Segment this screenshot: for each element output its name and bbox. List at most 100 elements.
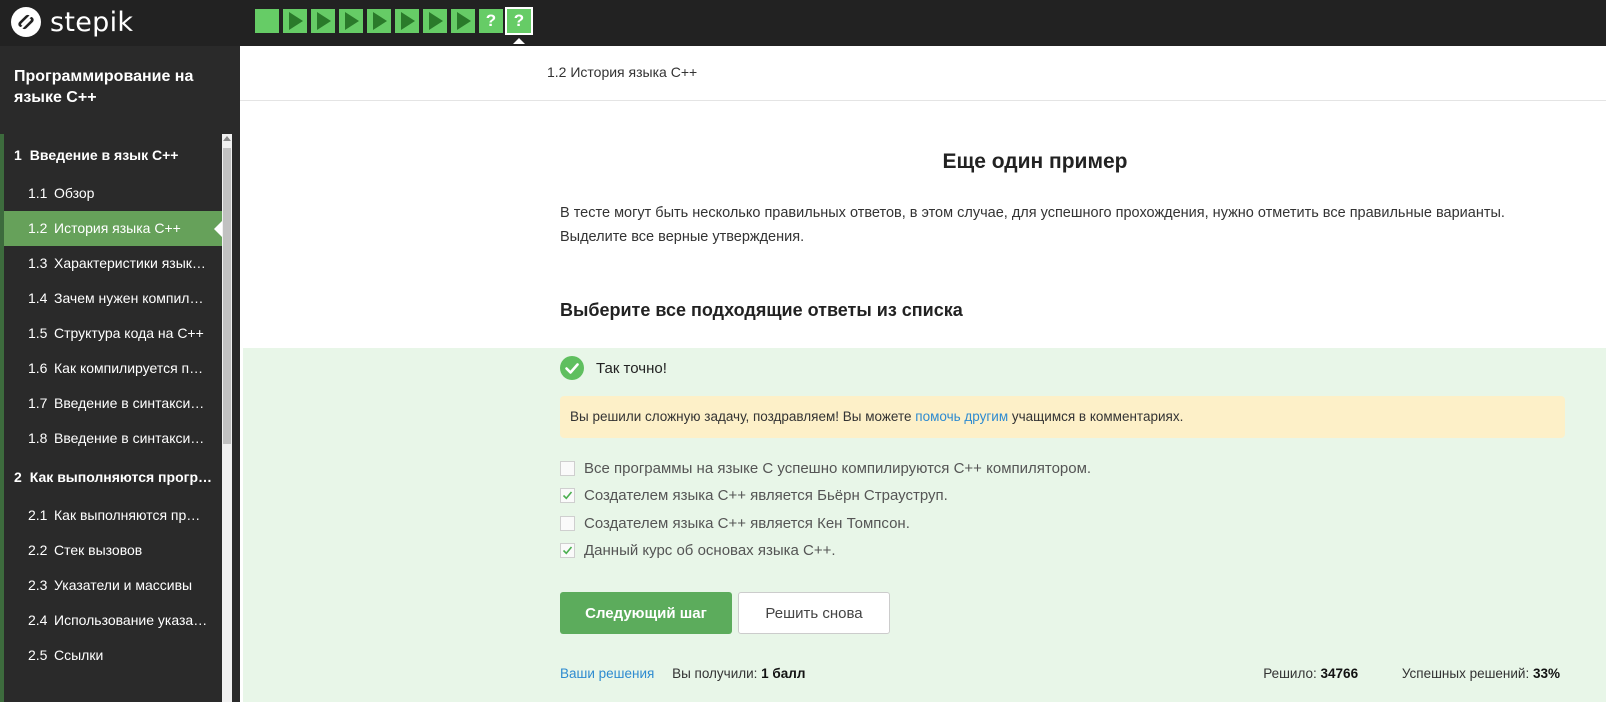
step-6-video-button[interactable] (395, 9, 419, 33)
solution-stats: Решило: 34766 Успешных решений: 33% (1223, 666, 1560, 681)
sidebar-item-lesson-1-5[interactable]: 1.5 Структура кода на С++ (4, 316, 222, 351)
status-text: Так точно! (596, 359, 667, 377)
module-2[interactable]: 2 Как выполняются прогр… (4, 456, 222, 498)
lesson-title: Введение в синтакси… (54, 430, 205, 446)
lesson-title: Использование указа… (54, 612, 208, 628)
play-icon (401, 12, 415, 30)
step-10-quiz-button[interactable]: ? (505, 7, 533, 44)
lesson-title: Ссылки (54, 647, 104, 663)
answer-option-label: Создателем языка С++ является Бьёрн Стра… (584, 487, 948, 504)
play-icon (345, 12, 359, 30)
module-1[interactable]: 1 Введение в язык С++ (4, 134, 222, 176)
sidebar-item-lesson-1-7[interactable]: 1.7 Введение в синтакси… (4, 386, 222, 421)
lesson-number: 1.8 (28, 430, 48, 446)
step-title: Еще один пример (942, 150, 1128, 173)
play-icon (457, 12, 471, 30)
play-icon (373, 12, 387, 30)
lesson-title: Структура кода на С++ (54, 325, 204, 341)
checkbox-checked[interactable] (560, 543, 575, 558)
breadcrumb: 1.2 История языка С++ (547, 64, 698, 80)
correct-status: Так точно! (560, 356, 667, 380)
answer-option[interactable]: Данный курс об основах языка С++. (560, 542, 836, 559)
checkmark-icon (562, 491, 573, 500)
step-2-video-button[interactable] (283, 9, 307, 33)
play-icon (289, 12, 303, 30)
lesson-title: Указатели и массивы (54, 577, 193, 593)
quiz-feedback-panel: Так точно! Вы решили сложную задачу, поз… (243, 348, 1606, 702)
lesson-number: 2.2 (28, 542, 48, 558)
sidebar-item-lesson-1-2[interactable]: 1.2 История языка С++ (4, 211, 222, 246)
stepik-logo[interactable]: stepik (10, 6, 133, 38)
course-title[interactable]: Программирование на языке С++ (14, 66, 224, 108)
quiz-title: Выберите все подходящие ответы из списка (560, 300, 963, 320)
answer-option-label: Данный курс об основах языка С++. (584, 542, 836, 559)
step-navigation: ?? (255, 7, 535, 44)
checkbox-checked[interactable] (560, 488, 575, 503)
sidebar-item-lesson-1-4[interactable]: 1.4 Зачем нужен компил… (4, 281, 222, 316)
step-9-quiz-button[interactable]: ? (479, 9, 503, 33)
brand-name: stepik (50, 6, 134, 38)
answer-option-label: Создателем языка С++ является Кен Томпсо… (584, 515, 910, 532)
lesson-number: 1.4 (28, 290, 48, 306)
sidebar-item-lesson-2-1[interactable]: 2.1 Как выполняются пр… (4, 498, 222, 533)
success-value: 33% (1532, 666, 1560, 681)
sidebar-item-lesson-1-8[interactable]: 1.8 Введение в синтакси… (4, 421, 222, 456)
scroll-up-arrow-icon[interactable] (223, 136, 231, 141)
retry-button[interactable]: Решить снова (738, 592, 890, 634)
scrollbar-thumb[interactable] (223, 148, 231, 444)
help-others-link[interactable]: помочь другим (915, 409, 1008, 424)
top-bar: stepik ?? (0, 0, 1606, 46)
module-number: 1 (14, 147, 22, 163)
check-circle-icon (560, 356, 584, 380)
quiz-footer: Ваши решения Вы получили: 1 балл Решило:… (560, 666, 1560, 681)
sidebar-item-lesson-2-3[interactable]: 2.3 Указатели и массивы (4, 568, 222, 603)
play-icon (317, 12, 331, 30)
answer-option[interactable]: Создателем языка С++ является Бьёрн Стра… (560, 487, 948, 504)
sidebar-item-lesson-2-2[interactable]: 2.2 Стек вызовов (4, 533, 222, 568)
sidebar-item-lesson-1-1[interactable]: 1.1 Обзор (4, 176, 222, 211)
lesson-list: 1 Введение в язык С++ 1.1 Обзор 1.2 История я… (4, 134, 222, 673)
lesson-title: Как компилируется п… (54, 360, 204, 376)
question-mark-icon: ? (513, 11, 525, 30)
sidebar-item-lesson-2-5[interactable]: 2.5 Ссылки (4, 638, 222, 673)
lesson-title: Характеристики язык… (54, 255, 206, 271)
checkmark-icon (562, 546, 573, 555)
step-4-video-button[interactable] (339, 9, 363, 33)
solved-value: 34766 (1320, 666, 1359, 681)
your-solutions-link[interactable]: Ваши решения (560, 666, 654, 681)
step-3-video-button[interactable] (311, 9, 335, 33)
sidebar-item-lesson-1-3[interactable]: 1.3 Характеристики язык… (4, 246, 222, 281)
step-8-video-button[interactable] (451, 9, 475, 33)
stepik-logo-icon (11, 7, 41, 37)
score-label: Вы получили: (672, 666, 762, 681)
step-7-video-button[interactable] (423, 9, 447, 33)
success-label: Успешных решений: (1401, 666, 1533, 681)
solved-count: Решило: 34766 (1243, 666, 1358, 681)
hint-text-after: учащимся в комментариях. (1008, 409, 1184, 424)
course-sidebar: Программирование на языке С++ 1 Введение … (0, 46, 240, 702)
lesson-header: 1.2 История языка С++ (240, 46, 1606, 101)
lesson-title: Обзор (54, 185, 95, 201)
checkbox-unchecked[interactable] (560, 516, 575, 531)
lesson-number: 1.3 (28, 255, 48, 271)
question-mark-icon: ? (485, 11, 497, 30)
play-icon (429, 12, 443, 30)
answer-option[interactable]: Все программы на языке С успешно компили… (560, 460, 1091, 477)
step-description: В тесте могут быть несколько правильных … (560, 205, 1505, 245)
lesson-number: 1.1 (28, 185, 48, 201)
sidebar-item-lesson-1-6[interactable]: 1.6 Как компилируется п… (4, 351, 222, 386)
answer-option[interactable]: Создателем языка С++ является Кен Томпсо… (560, 515, 910, 532)
next-step-button[interactable]: Следующий шаг (560, 592, 732, 634)
step-1-text-button[interactable] (255, 9, 279, 33)
lesson-title: Введение в синтакси… (54, 395, 205, 411)
step-5-video-button[interactable] (367, 9, 391, 33)
lesson-number: 2.1 (28, 507, 48, 523)
lesson-number: 1.7 (28, 395, 48, 411)
hint-box: Вы решили сложную задачу, поздравляем! В… (560, 396, 1565, 438)
sidebar-item-lesson-2-4[interactable]: 2.4 Использование указа… (4, 603, 222, 638)
sidebar-scrollbar[interactable] (222, 134, 232, 702)
lesson-number: 2.5 (28, 647, 48, 663)
checkbox-unchecked[interactable] (560, 461, 575, 476)
lesson-number: 1.5 (28, 325, 48, 341)
module-number: 2 (14, 469, 22, 485)
